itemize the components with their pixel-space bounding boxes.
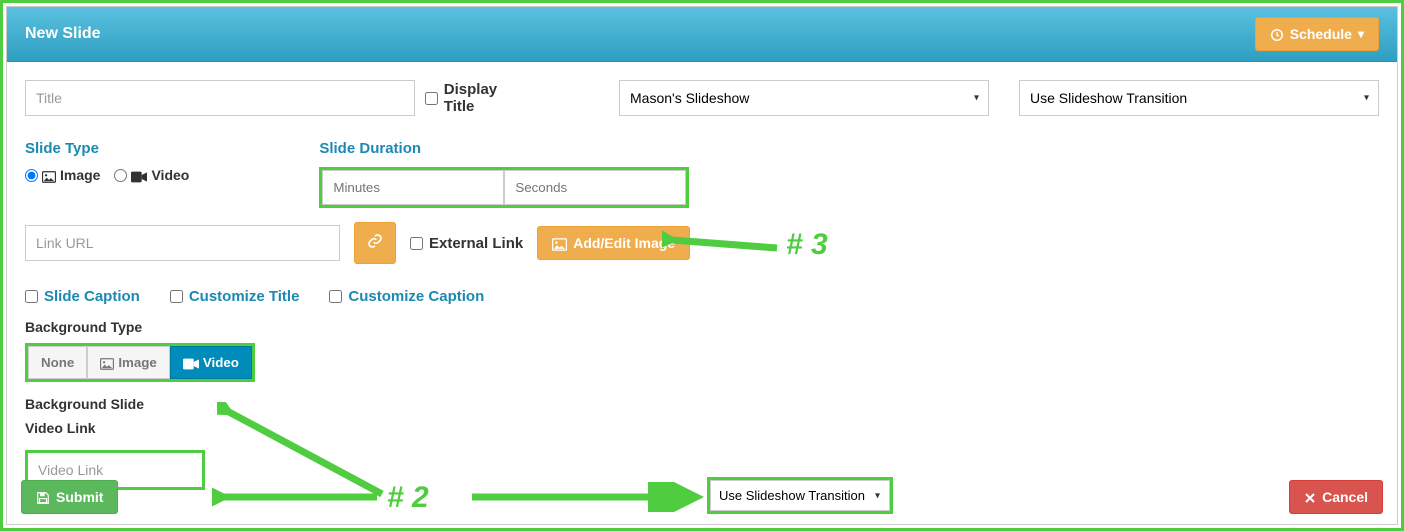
submit-label: Submit xyxy=(56,489,103,505)
picture-icon xyxy=(42,167,56,183)
link-url-input[interactable] xyxy=(25,225,340,261)
link-button[interactable] xyxy=(354,222,396,264)
add-edit-image-button[interactable]: Add/Edit Image xyxy=(537,226,690,260)
slide-type-video-radio-wrap[interactable]: Video xyxy=(114,167,189,183)
display-title-checkbox-wrap[interactable]: Display Title xyxy=(425,81,529,115)
clock-icon xyxy=(1270,26,1284,42)
picture-icon xyxy=(552,235,567,251)
customize-title-label: Customize Title xyxy=(189,288,300,305)
add-edit-image-label: Add/Edit Image xyxy=(573,235,675,251)
link-icon xyxy=(367,233,383,254)
seconds-input[interactable] xyxy=(504,170,686,205)
transition-select[interactable]: Use Slideshow Transition xyxy=(1019,80,1379,116)
bg-image-label: Image xyxy=(118,355,157,370)
customize-caption-label: Customize Caption xyxy=(348,288,484,305)
video-icon xyxy=(131,167,147,183)
cancel-label: Cancel xyxy=(1322,489,1368,505)
slide-type-image-radio-wrap[interactable]: Image xyxy=(25,167,100,183)
slide-type-image-radio[interactable] xyxy=(25,169,38,182)
display-title-label: Display Title xyxy=(444,81,529,115)
slide-caption-checkbox[interactable] xyxy=(25,290,38,303)
slide-type-video-radio[interactable] xyxy=(114,169,127,182)
external-link-checkbox-wrap[interactable]: External Link xyxy=(410,235,523,252)
background-type-buttons-highlight: None Image Video xyxy=(25,343,255,382)
cancel-button[interactable]: Cancel xyxy=(1289,480,1383,514)
customize-title-checkbox-wrap[interactable]: Customize Title xyxy=(170,288,300,305)
external-link-label: External Link xyxy=(429,235,523,252)
customize-title-checkbox[interactable] xyxy=(170,290,183,303)
customize-caption-checkbox-wrap[interactable]: Customize Caption xyxy=(329,288,484,305)
close-icon xyxy=(1304,489,1316,505)
schedule-label: Schedule xyxy=(1290,26,1352,42)
customize-caption-checkbox[interactable] xyxy=(329,290,342,303)
slide-type-label: Slide Type xyxy=(25,140,189,157)
slide-duration-label: Slide Duration xyxy=(319,140,689,157)
schedule-button[interactable]: Schedule ▾ xyxy=(1255,17,1379,51)
save-icon xyxy=(36,489,50,505)
submit-button[interactable]: Submit xyxy=(21,480,118,514)
bg-none-label: None xyxy=(41,355,74,370)
bg-video-label: Video xyxy=(203,355,239,370)
slideshow-select[interactable]: Mason's Slideshow xyxy=(619,80,989,116)
bg-image-button[interactable]: Image xyxy=(87,346,170,379)
external-link-checkbox[interactable] xyxy=(410,237,423,250)
background-type-label: Background Type xyxy=(25,319,1379,335)
slide-caption-label: Slide Caption xyxy=(44,288,140,305)
video-icon xyxy=(183,355,199,370)
slide-type-video-label: Video xyxy=(151,167,189,183)
title-input[interactable] xyxy=(25,80,415,116)
duration-inputs-highlight xyxy=(319,167,689,208)
modal-header: New Slide Schedule ▾ xyxy=(7,7,1397,62)
minutes-input[interactable] xyxy=(322,170,504,205)
picture-icon xyxy=(100,355,114,370)
slide-caption-checkbox-wrap[interactable]: Slide Caption xyxy=(25,288,140,305)
chevron-down-icon: ▾ xyxy=(1358,27,1364,41)
video-link-label: Video Link xyxy=(25,420,1379,436)
background-slide-label: Background Slide xyxy=(25,396,1379,412)
bg-video-button[interactable]: Video xyxy=(170,346,252,379)
header-title: New Slide xyxy=(25,25,101,43)
display-title-checkbox[interactable] xyxy=(425,92,438,105)
slide-type-image-label: Image xyxy=(60,167,100,183)
bg-none-button[interactable]: None xyxy=(28,346,87,379)
